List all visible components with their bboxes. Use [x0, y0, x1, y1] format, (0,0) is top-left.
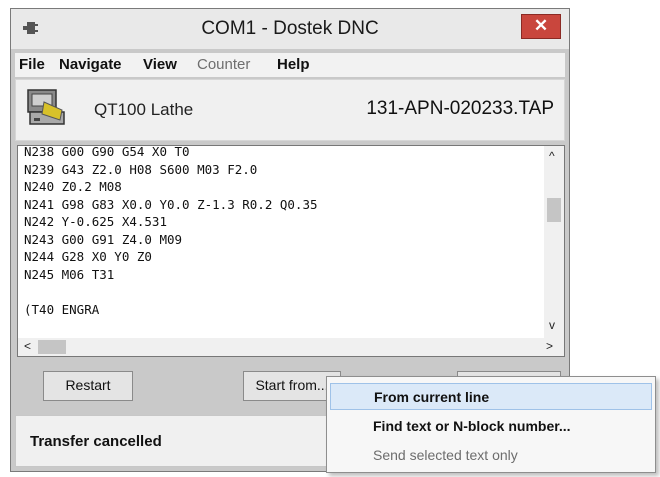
menu-item-label: From current line [374, 389, 490, 405]
code-line[interactable]: N243 G00 G91 Z4.0 M09 [24, 231, 536, 249]
menu-item-find-text[interactable]: Find text or N-block number... [330, 413, 652, 440]
code-line[interactable]: (T40 ENGRA [24, 301, 536, 319]
code-line[interactable]: N245 M06 T31 [24, 266, 536, 284]
status-text: Transfer cancelled [30, 433, 162, 450]
machine-name: QT100 Lathe [94, 100, 194, 119]
code-line[interactable]: N238 G00 G90 G54 X0 T0 [24, 146, 536, 161]
close-button[interactable]: ✕ [521, 14, 561, 39]
nc-code-view[interactable]: N238 G00 G90 G54 X0 T0 N239 G43 Z2.0 H08… [17, 145, 565, 357]
scroll-up-arrow-icon[interactable]: ^ [549, 149, 555, 163]
code-line[interactable]: N240 Z0.2 M08 [24, 178, 536, 196]
file-name: 131-APN-020233.TAP [366, 98, 554, 119]
window-title: COM1 - Dostek DNC [201, 18, 379, 39]
machine-info-bar: QT100 Lathe 131-APN-020233.TAP [15, 79, 565, 141]
code-lines: N238 G00 G90 G54 X0 T0 N239 G43 Z2.0 H08… [24, 146, 536, 319]
menu-item-label: Send selected text only [373, 447, 518, 463]
scroll-down-arrow-icon[interactable]: v [549, 318, 555, 332]
menu-item-label: Find text or N-block number... [373, 418, 571, 434]
scroll-right-arrow-icon[interactable]: > [546, 339, 553, 353]
start-from-button-label: Start from... [255, 377, 329, 393]
code-line[interactable]: N242 Y-0.625 X4.531 [24, 213, 536, 231]
menu-help[interactable]: Help [277, 56, 310, 73]
start-from-context-menu: From current line Find text or N-block n… [326, 376, 656, 473]
code-line[interactable] [24, 283, 536, 301]
horizontal-scrollbar[interactable]: < > [18, 338, 564, 356]
restart-button-label: Restart [65, 377, 111, 393]
menu-view[interactable]: View [143, 56, 177, 73]
menu-file[interactable]: File [19, 56, 45, 73]
lathe-machine-icon[interactable] [26, 88, 66, 128]
menu-item-send-selected[interactable]: Send selected text only [330, 442, 652, 469]
title-bar[interactable]: COM1 - Dostek DNC ✕ [11, 9, 569, 49]
scroll-left-arrow-icon[interactable]: < [24, 339, 31, 353]
code-line[interactable]: N244 G28 X0 Y0 Z0 [24, 248, 536, 266]
close-icon: ✕ [533, 16, 549, 35]
restart-button[interactable]: Restart [43, 371, 133, 401]
menu-counter[interactable]: Counter [197, 56, 250, 73]
menu-bar: File Navigate View Counter Help [15, 53, 565, 77]
vertical-scrollbar[interactable]: ^ v [544, 146, 564, 339]
menu-item-from-current-line[interactable]: From current line [330, 383, 652, 410]
code-line[interactable]: N239 G43 Z2.0 H08 S600 M03 F2.0 [24, 161, 536, 179]
horizontal-scroll-thumb[interactable] [38, 340, 66, 354]
vertical-scroll-thumb[interactable] [547, 198, 561, 222]
menu-navigate[interactable]: Navigate [59, 56, 122, 73]
code-line[interactable]: N241 G98 G83 X0.0 Y0.0 Z-1.3 R0.2 Q0.35 [24, 196, 536, 214]
